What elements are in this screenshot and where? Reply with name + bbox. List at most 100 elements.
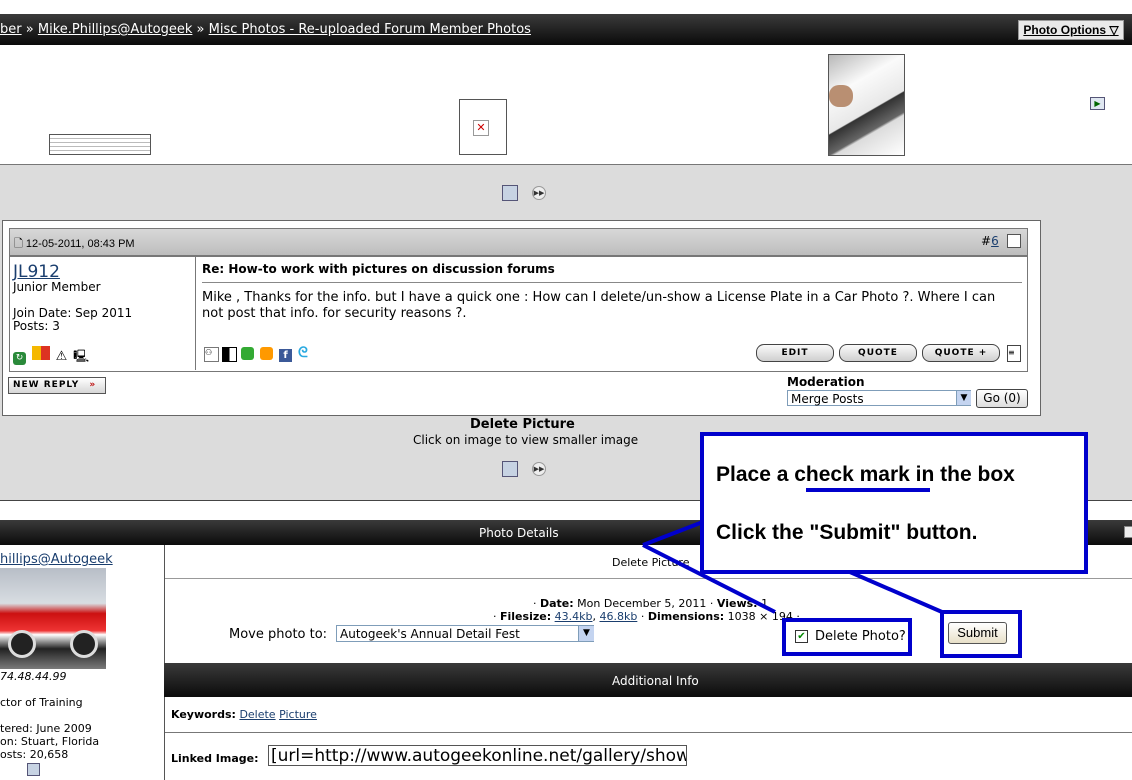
breadcrumb: ber » Mike.Phillips@Autogeek » Misc Phot… [0,22,531,37]
date-label: Date: [540,597,574,610]
next-circle-icon[interactable]: ▶▶ [532,186,546,200]
uploader-posts: osts: 20,658 [0,748,69,761]
new-reply-label: NEW REPLY [13,380,80,390]
post-title-divider [202,282,1022,283]
views-value: 1 [761,597,769,610]
views-label: Views: [716,597,758,610]
thumbnail-screenshot[interactable] [49,134,151,155]
collapse-icon[interactable] [1124,526,1132,538]
thumbnail-strip: ✕ ▶ [0,45,1132,165]
post-number-link[interactable]: 6 [991,234,999,248]
photo-details-title: Photo Details [479,526,559,540]
gallery-icon[interactable] [27,763,40,776]
uploader-location: on: Stuart, Florida [0,735,100,748]
post-header [9,228,1028,256]
annotation-line-2: Click the "Submit" button. [716,521,978,544]
next-circle-icon[interactable]: ▶▶ [532,462,546,476]
date-value: Mon December 5, 2011 [577,597,707,610]
filesize-link[interactable]: 43.4kb [555,610,593,623]
breadcrumb-user-link[interactable]: Mike.Phillips@Autogeek [38,22,193,37]
keywords: Keywords: Delete Picture [171,708,317,721]
chevron-down-icon[interactable]: ▼ [956,391,971,405]
uploader-title: ctor of Training [0,696,83,709]
post-number-prefix: # [981,234,992,248]
broken-image-icon: ✕ [473,120,489,136]
uploader-ip: 74.48.44.99 [0,670,67,683]
annotation-underline [806,488,930,492]
double-arrow-icon: » [89,380,97,390]
linked-image-label: Linked Image: [171,752,259,765]
photo-title: Delete Picture [612,556,690,569]
breadcrumb-separator: » [196,22,205,37]
filesize-original-link[interactable]: 46.8kb [599,610,637,623]
uploader-avatar[interactable] [0,568,106,669]
post-select-checkbox[interactable] [1007,234,1021,248]
gallery-icon[interactable] [502,461,518,477]
chevron-down-icon[interactable]: ▼ [578,626,594,641]
uploader-name[interactable]: hillips@Autogeek [0,552,113,567]
avatar-wheel-shape [70,630,98,658]
post-date-text: 12-05-2011, 08:43 PM [25,238,135,250]
photo-caption-title: Delete Picture [470,417,575,432]
thumbnail-broken-image[interactable]: ✕ [459,99,507,155]
post-title: Re: How-to work with pictures on discuss… [202,262,555,276]
moderation-select[interactable]: Merge Posts [787,390,971,406]
document-icon: 🗋 [14,238,23,250]
breadcrumb-album-link[interactable]: Misc Photos - Re-uploaded Forum Member P… [209,22,531,37]
breadcrumb-separator: » [25,22,34,37]
photo-options-menu[interactable]: Photo Options ▽ [1018,20,1124,40]
twitter-icon[interactable]: ᘓ [298,346,311,360]
photo-options-label: Photo Options [1023,23,1107,37]
infraction-icon[interactable] [31,346,50,360]
edit-button[interactable]: EDIT [756,344,834,362]
moderation-label: Moderation [787,375,865,389]
annotation-text: Place a [716,463,795,486]
social-bookmark-icon[interactable]: ⚇ [204,347,219,362]
computer-icon[interactable]: 🖳 [73,347,89,368]
post-date: 🗋 12-05-2011, 08:43 PM [14,235,135,254]
move-photo-select[interactable]: Autogeek's Annual Detail Fest [336,625,594,642]
post-message: Mike , Thanks for the info. but I have a… [202,290,996,321]
multi-quote-button[interactable]: QUOTE + [922,344,1000,362]
image-nav-controls-bottom: ▶▶ [502,461,546,477]
user-status-icons: ↻ ⚠ 🖳 [13,346,89,368]
delicious-icon[interactable] [222,347,237,362]
keyword-link[interactable]: Picture [279,708,317,721]
thumbnail-car-photo[interactable] [828,54,905,156]
quote-button[interactable]: QUOTE [839,344,917,362]
uploader-joined: tered: June 2009 [0,722,92,735]
annotation-checkbox-highlight [782,618,912,656]
annotation-submit-highlight [940,610,1022,658]
breadcrumb-member-link[interactable]: ber [0,22,22,37]
linked-image-field[interactable]: [url=http://www.autogeekonline.net/galle… [268,745,687,766]
quick-reply-icon[interactable]: ≡ [1007,345,1021,362]
moderation-go-button[interactable]: Go (0) [976,389,1028,408]
gallery-icon[interactable] [502,185,518,201]
user-rank: Junior Member [13,280,101,294]
post-number: #6 [981,234,999,248]
facebook-icon[interactable]: f [279,349,292,362]
photo-size-row: · Filesize: 43.4kb, 46.8kb · Dimensions:… [493,610,800,623]
move-photo-label: Move photo to: [229,627,328,642]
filesize-label: Filesize: [500,610,552,623]
additional-info-title: Additional Info [612,674,699,688]
user-join-date: Join Date: Sep 2011 [13,306,133,320]
chevron-down-icon: ▽ [1109,23,1119,37]
keyword-link[interactable]: Delete [239,708,275,721]
warning-icon[interactable]: ⚠ [56,349,68,364]
new-reply-button[interactable]: NEW REPLY » [8,377,106,394]
user-post-count: Posts: 3 [13,319,60,333]
keywords-label: Keywords: [171,708,236,721]
next-arrow-icon[interactable]: ▶ [1090,97,1105,110]
dimensions-label: Dimensions: [647,610,725,623]
annotation-emphasis: check mark [794,463,910,486]
photo-date-row: · Date: Mon December 5, 2011 · Views: 1 [533,597,769,610]
chat-icon[interactable] [241,347,254,360]
post-username[interactable]: JL912 [13,262,60,282]
photo-caption-subtitle: Click on image to view smaller image [413,433,639,447]
bookmark-icon[interactable] [260,347,273,360]
avatar-wheel-shape [8,630,36,658]
annotation-line-1: Place a check mark in the box [716,463,1015,487]
reputation-icon[interactable]: ↻ [13,352,26,365]
thumbnail-finger-shape [829,85,853,107]
